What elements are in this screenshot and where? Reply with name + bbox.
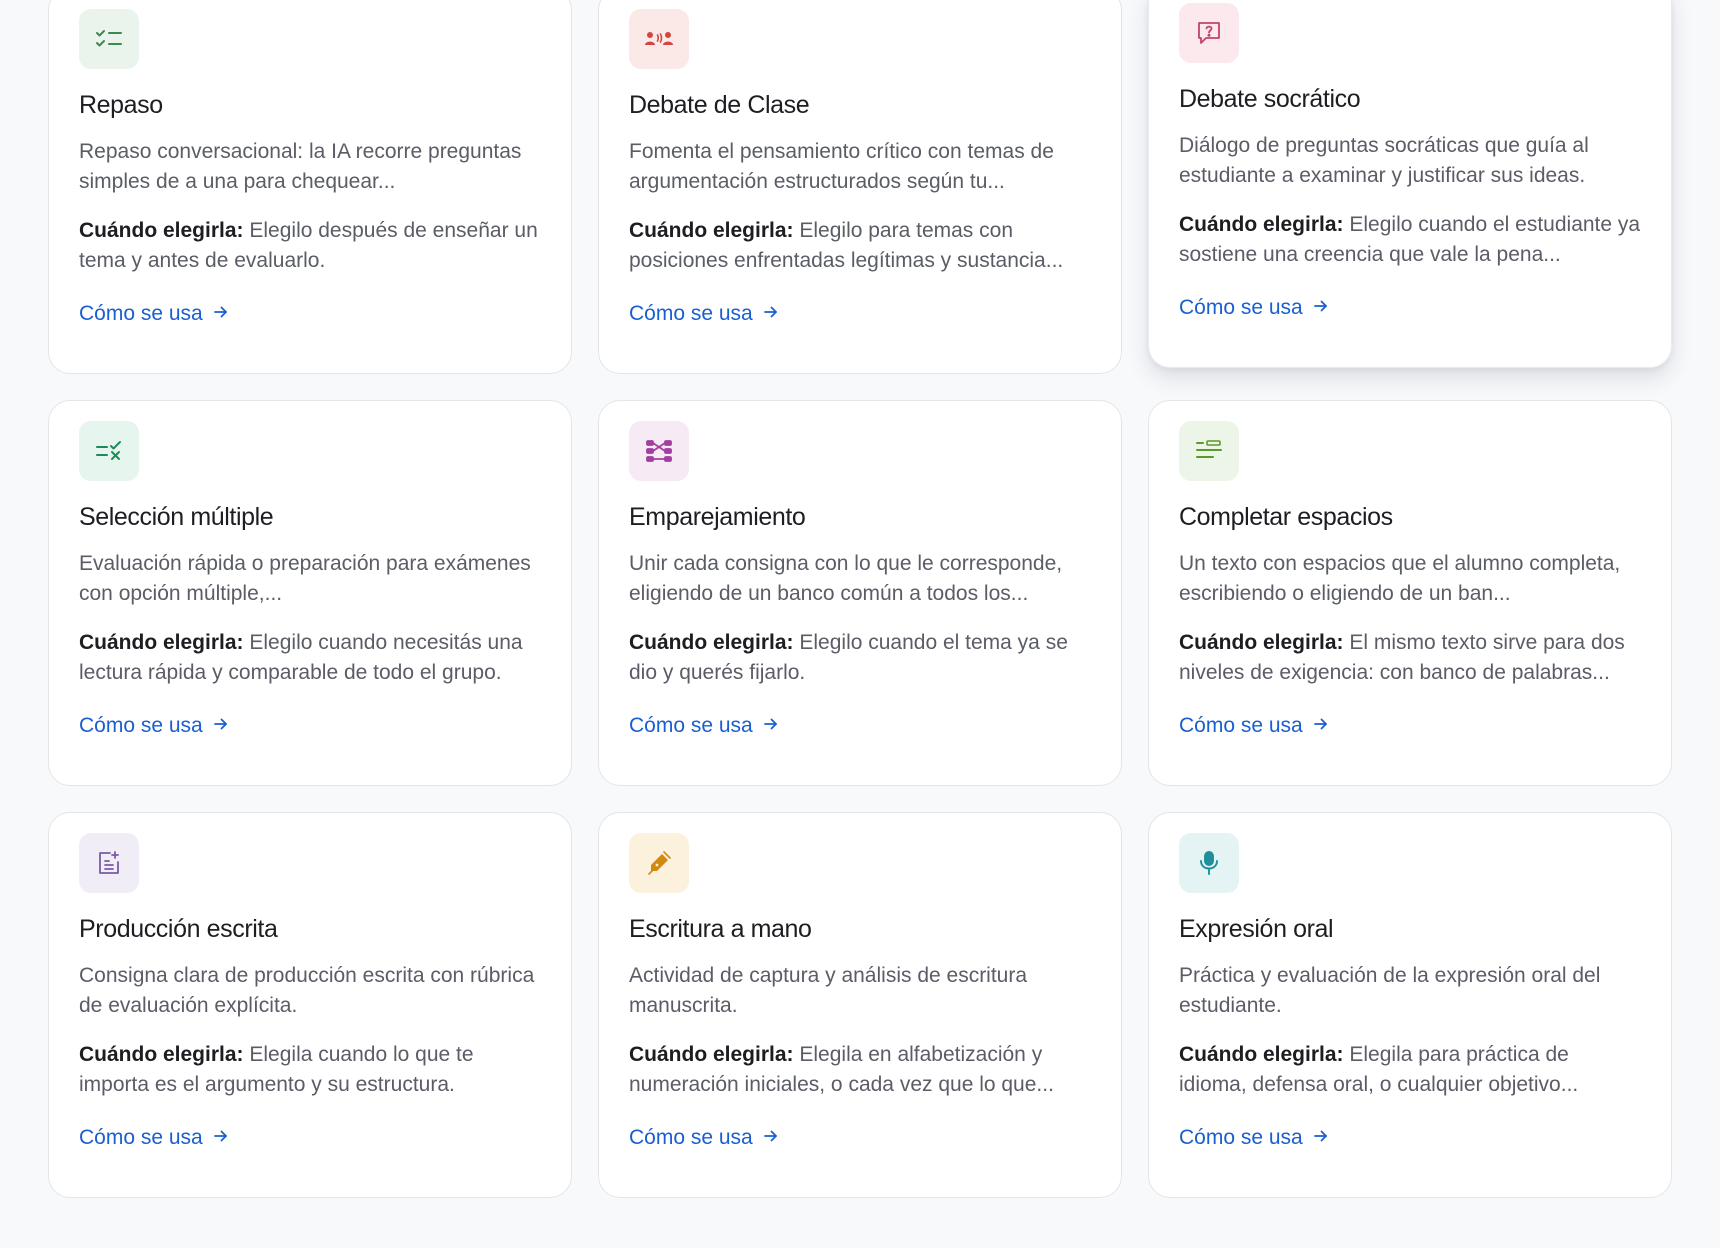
how-to-use-link[interactable]: Cómo se usa bbox=[79, 1123, 229, 1153]
arrow-right-icon bbox=[763, 1123, 779, 1153]
when-label: Cuándo elegirla: bbox=[79, 1043, 244, 1066]
when-label: Cuándo elegirla: bbox=[629, 219, 794, 242]
card-title: Expresión oral bbox=[1179, 915, 1334, 943]
arrow-right-icon bbox=[213, 711, 229, 741]
card-when-to-use: Cuándo elegirla: Elegila en alfabetizaci… bbox=[629, 1040, 1091, 1100]
activity-card-emparejamiento[interactable]: Emparejamiento Unir cada consigna con lo… bbox=[598, 400, 1122, 786]
icon-tile bbox=[1179, 421, 1239, 481]
how-to-use-link[interactable]: Cómo se usa bbox=[629, 711, 779, 741]
link-label: Cómo se usa bbox=[629, 302, 753, 325]
activity-card-debate-socratico[interactable]: Debate socrático Diálogo de preguntas so… bbox=[1148, 0, 1672, 368]
activity-card-repaso[interactable]: Repaso Repaso conversacional: la IA reco… bbox=[48, 0, 572, 374]
when-label: Cuándo elegirla: bbox=[629, 631, 794, 654]
link-label: Cómo se usa bbox=[629, 714, 753, 737]
question-bubble-icon bbox=[1196, 21, 1222, 45]
activity-card-debate-de-clase[interactable]: Debate de Clase Fomenta el pensamiento c… bbox=[598, 0, 1122, 374]
card-description: Evaluación rápida o preparación para exá… bbox=[79, 552, 531, 605]
icon-tile bbox=[629, 833, 689, 893]
card-description: Fomenta el pensamiento crítico con temas… bbox=[629, 140, 1054, 193]
microphone-icon bbox=[1198, 850, 1220, 876]
activity-card-expresion-oral[interactable]: Expresión oral Práctica y evaluación de … bbox=[1148, 812, 1672, 1198]
card-description: Práctica y evaluación de la expresión or… bbox=[1179, 964, 1601, 1017]
arrow-right-icon bbox=[1313, 293, 1329, 323]
card-when-to-use: Cuándo elegirla: Elegila para práctica d… bbox=[1179, 1040, 1641, 1100]
when-label: Cuándo elegirla: bbox=[1179, 213, 1344, 236]
link-label: Cómo se usa bbox=[79, 302, 203, 325]
arrow-right-icon bbox=[1313, 711, 1329, 741]
how-to-use-link[interactable]: Cómo se usa bbox=[1179, 293, 1329, 323]
multiple-choice-icon bbox=[95, 440, 123, 462]
link-label: Cómo se usa bbox=[1179, 296, 1303, 319]
card-description: Unir cada consigna con lo que le corresp… bbox=[629, 552, 1063, 605]
how-to-use-link[interactable]: Cómo se usa bbox=[1179, 711, 1329, 741]
document-edit-icon bbox=[97, 850, 121, 876]
how-to-use-link[interactable]: Cómo se usa bbox=[1179, 1123, 1329, 1153]
how-to-use-link[interactable]: Cómo se usa bbox=[79, 711, 229, 741]
fill-blanks-icon bbox=[1195, 440, 1223, 462]
card-title: Debate socrático bbox=[1179, 85, 1361, 113]
when-label: Cuándo elegirla: bbox=[1179, 631, 1344, 654]
card-title: Completar espacios bbox=[1179, 503, 1393, 531]
card-title: Emparejamiento bbox=[629, 503, 806, 531]
card-description: Actividad de captura y análisis de escri… bbox=[629, 964, 1028, 1017]
arrow-right-icon bbox=[763, 711, 779, 741]
card-when-to-use: Cuándo elegirla: Elegilo cuando el tema … bbox=[629, 628, 1091, 688]
card-title: Repaso bbox=[79, 91, 163, 119]
card-title: Escritura a mano bbox=[629, 915, 812, 943]
when-label: Cuándo elegirla: bbox=[79, 631, 244, 654]
arrow-right-icon bbox=[763, 299, 779, 329]
when-label: Cuándo elegirla: bbox=[1179, 1043, 1344, 1066]
link-label: Cómo se usa bbox=[1179, 1126, 1303, 1149]
activity-card-escritura-a-mano[interactable]: Escritura a mano Actividad de captura y … bbox=[598, 812, 1122, 1198]
activity-card-seleccion-multiple[interactable]: Selección múltiple Evaluación rápida o p… bbox=[48, 400, 572, 786]
checklist-icon bbox=[95, 28, 123, 50]
debate-people-icon bbox=[644, 30, 674, 48]
card-when-to-use: Cuándo elegirla: Elegilo después de ense… bbox=[79, 216, 541, 276]
when-label: Cuándo elegirla: bbox=[629, 1043, 794, 1066]
arrow-right-icon bbox=[213, 299, 229, 329]
arrow-right-icon bbox=[1313, 1123, 1329, 1153]
card-when-to-use: Cuándo elegirla: Elegilo cuando necesitá… bbox=[79, 628, 541, 688]
icon-tile bbox=[79, 833, 139, 893]
activity-cards-grid: Repaso Repaso conversacional: la IA reco… bbox=[48, 0, 1672, 1198]
icon-tile bbox=[629, 421, 689, 481]
link-label: Cómo se usa bbox=[79, 714, 203, 737]
icon-tile bbox=[1179, 3, 1239, 63]
arrow-right-icon bbox=[213, 1123, 229, 1153]
activity-card-produccion-escrita[interactable]: Producción escrita Consigna clara de pro… bbox=[48, 812, 572, 1198]
icon-tile bbox=[629, 9, 689, 69]
link-label: Cómo se usa bbox=[79, 1126, 203, 1149]
pen-icon bbox=[646, 850, 672, 876]
card-description: Consigna clara de producción escrita con… bbox=[79, 964, 535, 1017]
activity-card-completar-espacios[interactable]: Completar espacios Un texto con espacios… bbox=[1148, 400, 1672, 786]
card-when-to-use: Cuándo elegirla: Elegilo para temas con … bbox=[629, 216, 1091, 276]
card-description: Diálogo de preguntas socráticas que guía… bbox=[1179, 134, 1589, 187]
icon-tile bbox=[79, 9, 139, 69]
link-label: Cómo se usa bbox=[629, 1126, 753, 1149]
card-when-to-use: Cuándo elegirla: Elegila cuando lo que t… bbox=[79, 1040, 541, 1100]
how-to-use-link[interactable]: Cómo se usa bbox=[629, 1123, 779, 1153]
when-label: Cuándo elegirla: bbox=[79, 219, 244, 242]
how-to-use-link[interactable]: Cómo se usa bbox=[79, 299, 229, 329]
card-title: Producción escrita bbox=[79, 915, 278, 943]
card-description: Un texto con espacios que el alumno comp… bbox=[1179, 552, 1621, 605]
matching-icon bbox=[645, 439, 673, 463]
card-when-to-use: Cuándo elegirla: Elegilo cuando el estud… bbox=[1179, 210, 1641, 270]
card-description: Repaso conversacional: la IA recorre pre… bbox=[79, 140, 522, 193]
icon-tile bbox=[1179, 833, 1239, 893]
icon-tile bbox=[79, 421, 139, 481]
card-title: Debate de Clase bbox=[629, 91, 810, 119]
link-label: Cómo se usa bbox=[1179, 714, 1303, 737]
how-to-use-link[interactable]: Cómo se usa bbox=[629, 299, 779, 329]
card-title: Selección múltiple bbox=[79, 503, 274, 531]
card-when-to-use: Cuándo elegirla: El mismo texto sirve pa… bbox=[1179, 628, 1641, 688]
